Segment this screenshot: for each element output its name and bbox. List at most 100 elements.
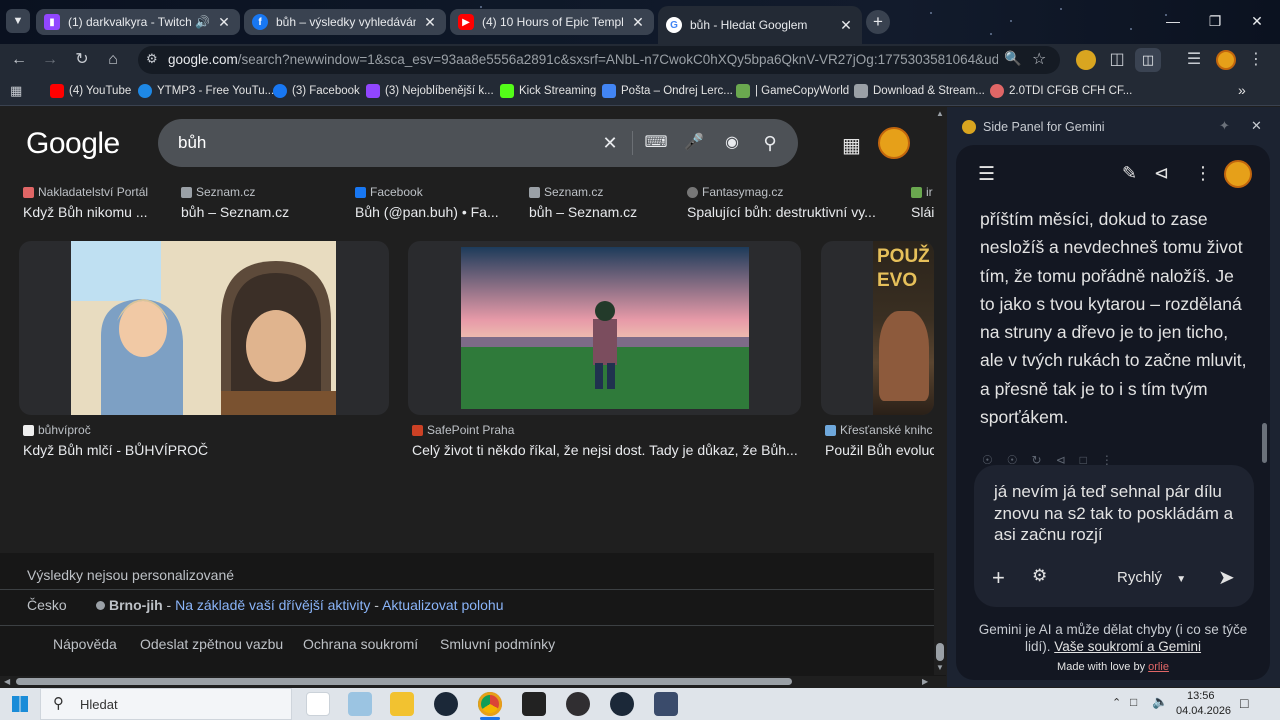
- image-title[interactable]: Použil Bůh evoluc: [825, 442, 935, 458]
- new-chat-icon[interactable]: ✎: [1122, 163, 1137, 184]
- minimize-icon[interactable]: —: [1158, 10, 1188, 32]
- related-result[interactable]: Seznam.cz bůh – Seznam.cz: [181, 185, 341, 220]
- image-title[interactable]: Celý život ti někdo říkal, že nejsi dost…: [412, 442, 802, 458]
- media-control-icon[interactable]: ☰: [1182, 48, 1206, 72]
- google-logo[interactable]: Google: [26, 127, 120, 161]
- bookmark-download[interactable]: Download & Stream...: [854, 83, 985, 99]
- source-title[interactable]: bůh – Seznam.cz: [529, 204, 689, 220]
- gemini-avatar[interactable]: [1224, 160, 1252, 188]
- tab-youtube[interactable]: ▶ (4) 10 Hours of Epic Templar Ch ✕: [450, 9, 654, 35]
- image-caption[interactable]: Křesťanské knihc Použil Bůh evoluc: [825, 423, 935, 458]
- hamburger-menu-icon[interactable]: ☰: [978, 163, 995, 186]
- terms-link[interactable]: Smluvní podmínky: [440, 636, 555, 652]
- close-tab-icon[interactable]: ✕: [216, 14, 232, 31]
- tab-google[interactable]: G bůh - Hledat Googlem ✕: [658, 6, 862, 44]
- tray-chevron-icon[interactable]: ⌃: [1112, 696, 1121, 709]
- desktop-icon[interactable]: [348, 692, 372, 716]
- author-link[interactable]: orlie: [1148, 661, 1169, 673]
- chat-scrollbar[interactable]: [1262, 423, 1267, 463]
- zoom-icon[interactable]: 🔍: [1004, 50, 1021, 67]
- source-title[interactable]: Bůh (@pan.buh) • Fa...: [355, 204, 515, 220]
- home-icon[interactable]: ⌂: [101, 48, 125, 72]
- keyboard-icon[interactable]: ⌨: [644, 131, 668, 155]
- account-avatar[interactable]: [878, 127, 910, 159]
- bookmark-kick[interactable]: Kick Streaming: [500, 83, 596, 99]
- back-icon[interactable]: ←: [7, 48, 31, 72]
- game-launcher-icon[interactable]: [654, 692, 678, 716]
- bookmark-gamecopyworld[interactable]: | GameCopyWorld: [736, 83, 849, 99]
- audio-icon[interactable]: 🔊: [195, 15, 210, 29]
- image-caption[interactable]: bůhvíproč Když Bůh mlčí - BŮHVÍPROČ: [23, 423, 383, 458]
- image-caption[interactable]: SafePoint Praha Celý život ti někdo říka…: [412, 423, 802, 458]
- more-bookmarks-icon[interactable]: »: [1238, 82, 1246, 98]
- new-tab-button[interactable]: +: [866, 10, 890, 34]
- steam-icon[interactable]: [610, 692, 634, 716]
- image-result-card[interactable]: POUŽ EVO: [821, 241, 934, 415]
- scroll-left-arrow-icon[interactable]: ◀: [4, 677, 10, 686]
- close-tab-icon[interactable]: ✕: [422, 14, 438, 31]
- bookmark-tdi[interactable]: 2.0TDI CFGB CFH CF...: [990, 83, 1132, 99]
- bookmark-posta[interactable]: Pošta – Ondrej Lerc...: [602, 83, 733, 99]
- scroll-up-arrow-icon[interactable]: ▲: [936, 109, 944, 118]
- privacy-link[interactable]: Vaše soukromí a Gemini: [1054, 639, 1201, 654]
- clock-time[interactable]: 13:56: [1187, 690, 1215, 702]
- file-explorer-icon[interactable]: [390, 692, 414, 716]
- scrollbar-thumb[interactable]: [16, 678, 792, 685]
- close-panel-icon[interactable]: ✕: [1251, 118, 1262, 134]
- apps-grid-icon[interactable]: ▦: [10, 83, 22, 99]
- related-result[interactable]: Nakladatelství Portál Když Bůh nikomu ..…: [23, 185, 183, 220]
- obs-icon[interactable]: [566, 692, 590, 716]
- based-on-activity-link[interactable]: Na základě vaší dřívější aktivity: [175, 597, 370, 613]
- network-icon[interactable]: □: [1130, 695, 1137, 709]
- landscape-thumbnail-image[interactable]: [461, 247, 749, 409]
- url-text[interactable]: google.com/search?newwindow=1&sca_esv=93…: [168, 52, 998, 67]
- update-location-link[interactable]: Aktualizovat polohu: [382, 597, 503, 613]
- chat-input-text[interactable]: já nevím já teď sehnal pár dílu znovu na…: [994, 481, 1234, 546]
- side-panel-toggle-icon[interactable]: ◫: [1135, 48, 1161, 72]
- extensions-puzzle-icon[interactable]: ◫: [1105, 48, 1129, 72]
- restore-icon[interactable]: ❐: [1200, 10, 1230, 32]
- model-mode-select[interactable]: Rychlý ▼: [1117, 569, 1186, 586]
- tab-facebook[interactable]: f bůh – výsledky vyhledávání | Fa ✕: [244, 9, 446, 35]
- privacy-link[interactable]: Ochrana soukromí: [303, 636, 418, 652]
- close-tab-icon[interactable]: ✕: [838, 17, 854, 34]
- image-title[interactable]: Když Bůh mlčí - BŮHVÍPROČ: [23, 442, 383, 458]
- extension-gemini-icon[interactable]: [1076, 50, 1096, 70]
- bookmark-youtube[interactable]: (4) YouTube: [50, 83, 131, 99]
- vertical-scrollbar[interactable]: ▲ ▼: [934, 107, 946, 675]
- game-app-icon[interactable]: [522, 692, 546, 716]
- search-box[interactable]: bůh ✕ ⌨ 🎤 ◉ ⚲: [158, 119, 798, 167]
- help-link[interactable]: Nápověda: [53, 636, 117, 652]
- book-cover-thumbnail-image[interactable]: POUŽ EVO: [873, 241, 934, 415]
- chrome-icon[interactable]: [478, 692, 502, 716]
- site-info-icon[interactable]: ⚙: [146, 51, 158, 67]
- volume-icon[interactable]: 🔈: [1152, 694, 1168, 710]
- close-window-icon[interactable]: ✕: [1242, 10, 1272, 32]
- menu-dots-icon[interactable]: ⋮: [1244, 48, 1268, 72]
- file-icon[interactable]: [306, 692, 330, 716]
- reload-icon[interactable]: ↻: [70, 48, 94, 72]
- notifications-icon[interactable]: □: [1240, 695, 1248, 711]
- source-title[interactable]: Když Bůh nikomu ...: [23, 204, 183, 220]
- related-result[interactable]: Seznam.cz bůh – Seznam.cz: [529, 185, 689, 220]
- bookmark-star-icon[interactable]: ☆: [1032, 49, 1046, 69]
- apps-grid-icon[interactable]: ▦: [842, 133, 861, 158]
- pin-icon[interactable]: ✦: [1219, 118, 1230, 134]
- tab-search-button[interactable]: ▼: [6, 9, 30, 33]
- forward-icon[interactable]: →: [38, 48, 62, 72]
- chat-input-box[interactable]: já nevím já teď sehnal pár dílu znovu na…: [974, 465, 1254, 607]
- scrollbar-thumb[interactable]: [936, 643, 944, 661]
- steam-icon[interactable]: [434, 692, 458, 716]
- microphone-icon[interactable]: 🎤: [682, 131, 706, 155]
- bookmark-ytmp3[interactable]: YTMP3 - Free YouTu...: [138, 83, 274, 99]
- cartoon-thumbnail-image[interactable]: [71, 241, 336, 415]
- address-bar[interactable]: ⚙ google.com/search?newwindow=1&sca_esv=…: [138, 46, 1060, 74]
- feedback-link[interactable]: Odeslat zpětnou vazbu: [140, 636, 283, 652]
- image-result-card[interactable]: [19, 241, 389, 415]
- clock-date[interactable]: 04.04.2026: [1176, 705, 1231, 717]
- profile-avatar[interactable]: [1216, 50, 1236, 70]
- bookmark-facebook[interactable]: (3) Facebook: [273, 83, 360, 99]
- image-result-card[interactable]: [408, 241, 801, 415]
- scroll-right-arrow-icon[interactable]: ▶: [922, 677, 928, 686]
- close-tab-icon[interactable]: ✕: [630, 14, 646, 31]
